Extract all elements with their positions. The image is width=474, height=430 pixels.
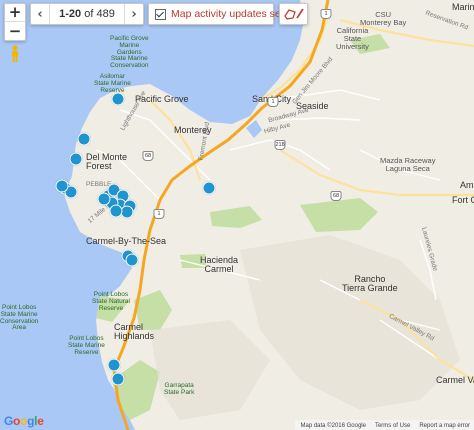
listing-marker[interactable]: [77, 132, 91, 146]
place-csu-monterey-bay: CSU Monterey Bay: [360, 10, 407, 27]
park-point-lobos-natural: Point Lobos State Natural Reserve: [92, 291, 130, 312]
park-point-lobos-conservation: Point Lobos State Marine Conservation Ar…: [0, 304, 39, 332]
total-count: 489: [96, 8, 115, 20]
listing-marker[interactable]: [69, 152, 83, 166]
map-basemap: [64, 0, 474, 430]
map-attribution: Map data ©2016 Google Terms of Use Repor…: [294, 420, 474, 430]
shield-hwy-68: 68: [330, 191, 342, 201]
terms-link[interactable]: Terms of Use: [375, 423, 410, 429]
place-carmel-by-the-sea: Carmel-By-The-Sea: [86, 236, 167, 246]
listing-marker[interactable]: [120, 205, 134, 219]
park-pacific-grove-gardens: Pacific Grove Marine Gardens State Marin…: [110, 35, 149, 70]
activity-checkbox[interactable]: [155, 8, 166, 20]
shield-hwy-1: 1: [267, 97, 279, 107]
place-california-state-university: California State University: [336, 26, 369, 51]
place-fort-ord: Fort O: [452, 195, 474, 205]
place-carmel-highlands: Carmel Highlands: [114, 322, 155, 342]
map-activity-toggle[interactable]: Map activity updates search: [148, 3, 301, 25]
next-page-button[interactable]: ›: [125, 7, 143, 22]
park-asilomar: Asilomar State Marine Reserve: [94, 73, 131, 94]
polygon-pencil-icon: [284, 8, 304, 20]
zoom-control: + −: [4, 3, 26, 41]
zoom-in-button[interactable]: +: [5, 4, 25, 22]
shield-hwy-1: 1: [320, 9, 332, 19]
of-text: of: [84, 8, 94, 20]
draw-area-button[interactable]: [279, 3, 308, 25]
place-del-monte-forest: Del Monte Forest: [86, 152, 128, 172]
map-canvas[interactable]: + − ‹ 1-20 of 489 › Map activity updates…: [0, 0, 474, 430]
listing-marker[interactable]: [55, 179, 69, 193]
zoom-out-button[interactable]: −: [5, 22, 25, 40]
park-point-lobos-reserve: Point Lobos State Marine Reserve: [68, 335, 105, 356]
prev-page-button[interactable]: ‹: [31, 7, 49, 22]
result-range: 1-20 of 489: [49, 4, 125, 24]
place-carmel-valley: Carmel Valle: [436, 375, 474, 385]
map-data-text: Map data ©2016 Google: [300, 423, 366, 429]
park-garrapata: Garrapata State Park: [164, 382, 195, 396]
listing-marker[interactable]: [111, 372, 125, 386]
result-pager: ‹ 1-20 of 489 ›: [30, 3, 144, 25]
shield-hwy-68: 68: [142, 151, 154, 161]
listing-marker[interactable]: [97, 192, 111, 206]
place-marina: Marin: [452, 2, 474, 12]
shield-hwy-1: 1: [153, 209, 165, 219]
place-hacienda-carmel: Hacienda Carmel: [200, 255, 239, 275]
place-amb: Amb: [460, 180, 474, 190]
range-text: 1-20: [59, 8, 82, 20]
listing-marker[interactable]: [202, 181, 216, 195]
place-rancho-tierra-grande: Rancho Tierra Grande: [342, 274, 398, 294]
listing-marker[interactable]: [107, 358, 121, 372]
google-logo[interactable]: Google: [4, 414, 44, 428]
listing-marker[interactable]: [111, 92, 125, 106]
pegman-icon[interactable]: [9, 45, 21, 63]
listing-marker[interactable]: [109, 204, 123, 218]
shield-hwy-218: 218: [274, 140, 286, 150]
place-mazda-raceway: Mazda Raceway Laguna Seca: [380, 156, 436, 173]
report-error-link[interactable]: Report a map error: [419, 423, 470, 429]
listing-marker[interactable]: [125, 253, 139, 267]
